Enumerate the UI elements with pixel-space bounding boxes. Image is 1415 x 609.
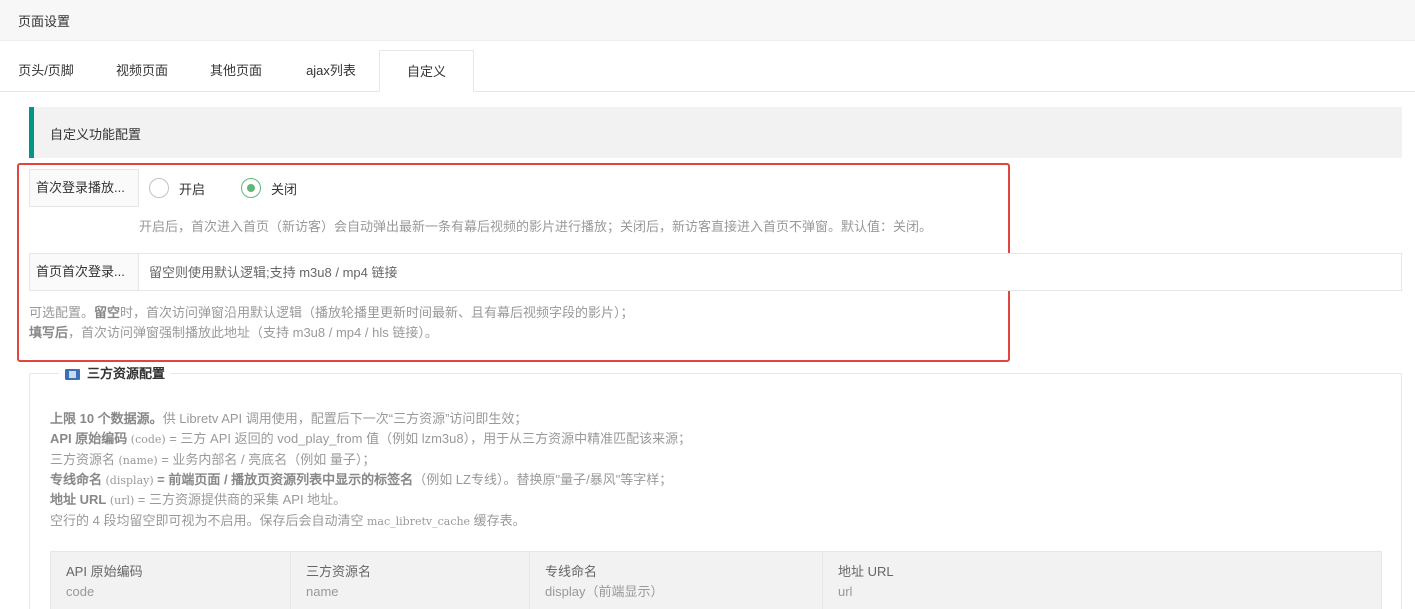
- tab-video-page[interactable]: 视频页面: [96, 50, 188, 92]
- third-party-legend: 三方资源配置: [59, 364, 172, 384]
- desc-bold: = 前端页面 / 播放页资源列表中显示的标签名: [157, 472, 414, 487]
- table-header-display: 专线命名 display（前端显示）: [530, 552, 823, 609]
- table-header-code: API 原始编码 code: [51, 552, 291, 609]
- header-main: 地址 URL: [838, 564, 894, 579]
- section-title: 自定义功能配置: [50, 127, 142, 142]
- desc-bold: 上限 10 个数据源。: [50, 411, 163, 426]
- header-sub: code: [66, 584, 95, 599]
- desc-code: mac_libretv_cache: [363, 515, 474, 528]
- table-header-url: 地址 URL url: [823, 552, 1381, 609]
- film-icon: [65, 368, 80, 380]
- header-main: 三方资源名: [306, 564, 372, 579]
- desc-text: 供 Libretv API 调用使用，配置后下一次“三方资源”访问即生效；: [162, 411, 528, 426]
- header-sub: url: [838, 584, 853, 599]
- desc-bold: API 原始编码: [50, 431, 128, 446]
- page-title: 页面设置: [18, 14, 71, 29]
- desc-code: (code): [127, 433, 170, 446]
- first-login-url-label: 首页首次登录...: [29, 253, 139, 291]
- desc-text: 空行的 4 段均留空即可视为不启用。保存后会自动清空: [50, 513, 364, 528]
- first-login-url-hint-line1: 可选配置。留空时，首次访问弹窗沿用默认逻辑（播放轮播里更新时间最新、且有幕后视频…: [29, 302, 634, 321]
- third-party-title: 三方资源配置: [87, 366, 166, 381]
- hint-text: 可选配置。: [29, 305, 95, 320]
- desc-code: (display): [102, 474, 158, 487]
- first-login-play-label: 首次登录播放...: [29, 169, 139, 207]
- radio-open-label: 开启: [179, 181, 206, 197]
- first-login-url-hint-line2: 填写后，首次访问弹窗强制播放此地址（支持 m3u8 / mp4 / hls 链接…: [29, 322, 438, 341]
- first-login-play-hint: 开启后，首次进入首页（新访客）会自动弹出最新一条有幕后视频的影片进行播放；关闭后…: [139, 219, 933, 234]
- desc-line-2: API 原始编码 (code) = 三方 API 返回的 vod_play_fr…: [50, 428, 691, 447]
- tab-other-pages[interactable]: 其他页面: [190, 50, 282, 92]
- radio-close[interactable]: 关闭: [241, 178, 297, 198]
- desc-line-3: 三方资源名 (name) = 业务内部名 / 亮底名（例如 量子）；: [50, 449, 375, 468]
- desc-code: (name): [115, 454, 162, 467]
- desc-line-1: 上限 10 个数据源。供 Libretv API 调用使用，配置后下一次“三方资…: [50, 408, 527, 427]
- desc-text: = 三方资源提供商的采集 API 地址。: [137, 492, 347, 507]
- radio-open[interactable]: 开启: [149, 178, 205, 198]
- desc-code: (url): [106, 494, 138, 507]
- hint-text: ，首次访问弹窗强制播放此地址（支持 m3u8 / mp4 / hls 链接）。: [68, 325, 438, 340]
- desc-line-5: 地址 URL (url) = 三方资源提供商的采集 API 地址。: [50, 489, 346, 508]
- tab-bar: 页头/页脚 视频页面 其他页面 ajax列表 自定义: [0, 50, 1415, 92]
- header-main: 专线命名: [545, 564, 598, 579]
- tab-custom[interactable]: 自定义: [379, 50, 474, 92]
- desc-text: （例如 LZ专线）。替换原"量子/暴风"等字样；: [413, 472, 673, 487]
- desc-bold: 专线命名: [50, 472, 103, 487]
- radio-circle-checked: [241, 178, 261, 198]
- page-header: 页面设置: [0, 0, 1415, 41]
- table-header-name: 三方资源名 name: [291, 552, 530, 609]
- desc-text: = 三方 API 返回的 vod_play_from 值（例如 lzm3u8），…: [169, 431, 692, 446]
- desc-text: 缓存表。: [473, 513, 526, 528]
- desc-line-6: 空行的 4 段均留空即可视为不启用。保存后会自动清空 mac_libretv_c…: [50, 510, 526, 529]
- hint-bold: 留空: [94, 305, 121, 320]
- tab-ajax-list[interactable]: ajax列表: [284, 50, 378, 92]
- desc-line-4: 专线命名 (display) = 前端页面 / 播放页资源列表中显示的标签名（例…: [50, 469, 672, 488]
- hint-bold: 填写后: [29, 325, 69, 340]
- tab-header-footer[interactable]: 页头/页脚: [0, 50, 92, 92]
- hint-text: 时，首次访问弹窗沿用默认逻辑（播放轮播里更新时间最新、且有幕后视频字段的影片）；: [120, 305, 634, 320]
- section-header: 自定义功能配置: [29, 107, 1402, 158]
- header-sub: name: [306, 584, 339, 599]
- header-main: API 原始编码: [66, 564, 143, 579]
- desc-bold: 地址 URL: [50, 492, 107, 507]
- third-party-table: API 原始编码 code 三方资源名 name 专线命名 display（前端…: [50, 551, 1382, 609]
- header-sub: display（前端显示）: [545, 584, 664, 599]
- desc-text: = 业务内部名 / 亮底名（例如 量子）；: [161, 452, 376, 467]
- radio-circle: [149, 178, 169, 198]
- first-login-url-input[interactable]: [139, 253, 1402, 291]
- desc-text: 三方资源名: [50, 452, 116, 467]
- radio-close-label: 关闭: [271, 181, 298, 197]
